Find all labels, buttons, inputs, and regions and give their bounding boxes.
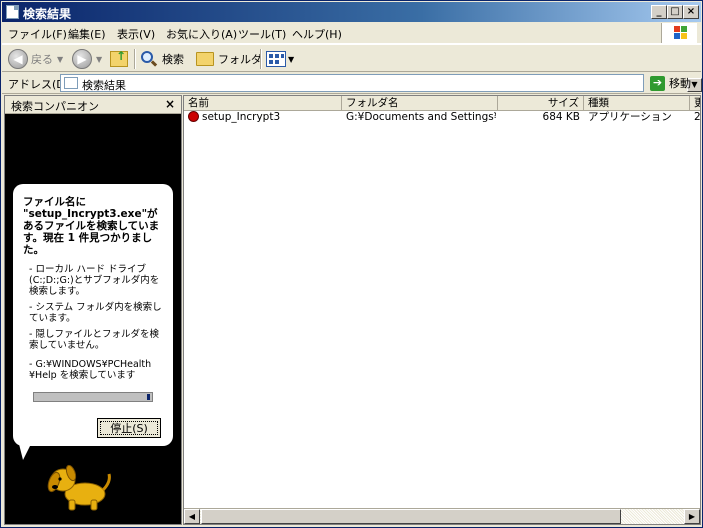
windows-logo-icon bbox=[661, 23, 697, 43]
status-bullet-2: - システム フォルダ内を検索しています。 bbox=[29, 302, 162, 324]
title-bar[interactable]: 検索結果 _ □ × bbox=[2, 2, 701, 22]
balloon-tail bbox=[19, 444, 31, 460]
status-bullet-3: - 隠しファイルとフォルダを検索していません。 bbox=[29, 329, 159, 351]
search-companion-header: 検索コンパニオン × bbox=[5, 96, 181, 114]
horizontal-scrollbar[interactable]: ◀ ▶ bbox=[184, 508, 700, 524]
menu-file[interactable]: ファイル(F) bbox=[8, 26, 67, 42]
search-companion-pane: 検索コンパニオン × ファイル名に "setup_Incrypt3.exe"があ… bbox=[4, 95, 182, 525]
results-list: 名前 フォルダ名 サイズ 種類 更 setup_Incrypt3 G:¥Docu… bbox=[183, 95, 701, 525]
up-folder-icon: ↑ bbox=[110, 49, 128, 67]
search-status-headline: ファイル名に "setup_Incrypt3.exe"があるファイルを検索してい… bbox=[23, 196, 160, 256]
back-button[interactable]: ◀ 戻る ▼ bbox=[8, 48, 63, 70]
views-icon bbox=[266, 51, 286, 67]
table-row[interactable]: setup_Incrypt3 G:¥Documents and Settings… bbox=[184, 111, 701, 125]
minimize-button[interactable]: _ bbox=[651, 5, 667, 19]
maximize-button[interactable]: □ bbox=[667, 5, 683, 19]
stop-label: 停止(S) bbox=[100, 421, 158, 435]
window-title: 検索結果 bbox=[23, 7, 72, 21]
back-arrow-icon: ◀ bbox=[8, 49, 28, 69]
scroll-thumb[interactable] bbox=[201, 509, 621, 524]
back-label: 戻る bbox=[31, 53, 53, 66]
folder-icon bbox=[196, 52, 214, 66]
forward-button[interactable]: ▶ ▼ bbox=[72, 48, 102, 70]
forward-arrow-icon: ▶ bbox=[72, 49, 92, 69]
installer-icon bbox=[188, 111, 199, 122]
column-header-name[interactable]: 名前 bbox=[184, 96, 342, 111]
search-dog-icon[interactable] bbox=[43, 460, 113, 512]
search-label: 検索 bbox=[162, 53, 184, 66]
search-companion-title: 検索コンパニオン bbox=[11, 100, 99, 113]
menu-help[interactable]: ヘルプ(H) bbox=[292, 26, 342, 42]
folder-window-icon bbox=[6, 5, 19, 19]
go-button[interactable]: ➔ 移動 bbox=[650, 75, 691, 91]
cell-name: setup_Incrypt3 bbox=[188, 111, 342, 125]
cell-type: アプリケーション bbox=[588, 111, 672, 123]
status-bullet-4: - G:¥WINDOWS¥PCHealth¥Help を検索しています bbox=[29, 359, 152, 381]
address-value: 検索結果 bbox=[82, 79, 126, 92]
views-dropdown-icon[interactable]: ▼ bbox=[288, 55, 294, 64]
scroll-right-icon[interactable]: ▶ bbox=[684, 509, 700, 524]
menu-favorites[interactable]: お気に入り(A) bbox=[166, 26, 237, 42]
standard-toolbar: ◀ 戻る ▼ ▶ ▼ ↑ 検索 フォルダ ▼ bbox=[2, 44, 701, 72]
column-header-folder[interactable]: フォルダ名 bbox=[342, 96, 498, 111]
search-icon bbox=[140, 50, 158, 68]
back-dropdown-icon[interactable]: ▼ bbox=[57, 55, 63, 64]
column-header-modified[interactable]: 更 bbox=[690, 96, 700, 111]
menu-edit[interactable]: 編集(E) bbox=[68, 26, 106, 42]
close-pane-icon[interactable]: × bbox=[165, 97, 175, 111]
go-label: 移動 bbox=[669, 77, 691, 90]
explorer-window: 検索結果 _ □ × ファイル(F) 編集(E) 表示(V) お気に入り(A) … bbox=[0, 0, 703, 528]
menu-view[interactable]: 表示(V) bbox=[117, 26, 155, 42]
file-name: setup_Incrypt3 bbox=[202, 111, 281, 123]
cell-modified: 2 bbox=[694, 111, 701, 123]
forward-dropdown-icon[interactable]: ▼ bbox=[96, 55, 102, 64]
search-results-icon bbox=[64, 77, 78, 89]
status-balloon: ファイル名に "setup_Incrypt3.exe"があるファイルを検索してい… bbox=[13, 184, 173, 446]
close-button[interactable]: × bbox=[683, 5, 699, 19]
progress-indicator bbox=[147, 394, 150, 400]
scroll-left-icon[interactable]: ◀ bbox=[184, 509, 200, 524]
folders-label: フォルダ bbox=[218, 53, 262, 66]
menu-bar: ファイル(F) 編集(E) 表示(V) お気に入り(A) ツール(T) ヘルプ(… bbox=[2, 22, 701, 44]
menu-tools[interactable]: ツール(T) bbox=[238, 26, 286, 42]
stop-button[interactable]: 停止(S) bbox=[97, 418, 161, 438]
views-button[interactable]: ▼ bbox=[266, 48, 294, 70]
status-bullet-1: - ローカル ハード ドライブ (C:;D:;G:)とサブフォルダ内を検索します… bbox=[29, 264, 160, 297]
cell-size: 684 KB bbox=[542, 111, 580, 123]
column-header-type[interactable]: 種類 bbox=[584, 96, 690, 111]
search-button[interactable]: 検索 bbox=[140, 48, 184, 70]
column-header-size[interactable]: サイズ bbox=[498, 96, 584, 111]
search-progress-bar bbox=[33, 392, 153, 402]
list-header: 名前 フォルダ名 サイズ 種類 更 bbox=[184, 96, 700, 111]
go-arrow-icon: ➔ bbox=[650, 75, 665, 91]
folders-button[interactable]: フォルダ bbox=[196, 48, 262, 70]
address-bar: アドレス(D) 検索結果 ▼ ➔ 移動 bbox=[2, 72, 702, 94]
address-input[interactable]: 検索結果 ▼ bbox=[60, 74, 702, 92]
up-folder-button[interactable]: ↑ bbox=[110, 48, 128, 70]
cell-folder: G:¥Documents and Settings¥ta... bbox=[346, 111, 496, 123]
